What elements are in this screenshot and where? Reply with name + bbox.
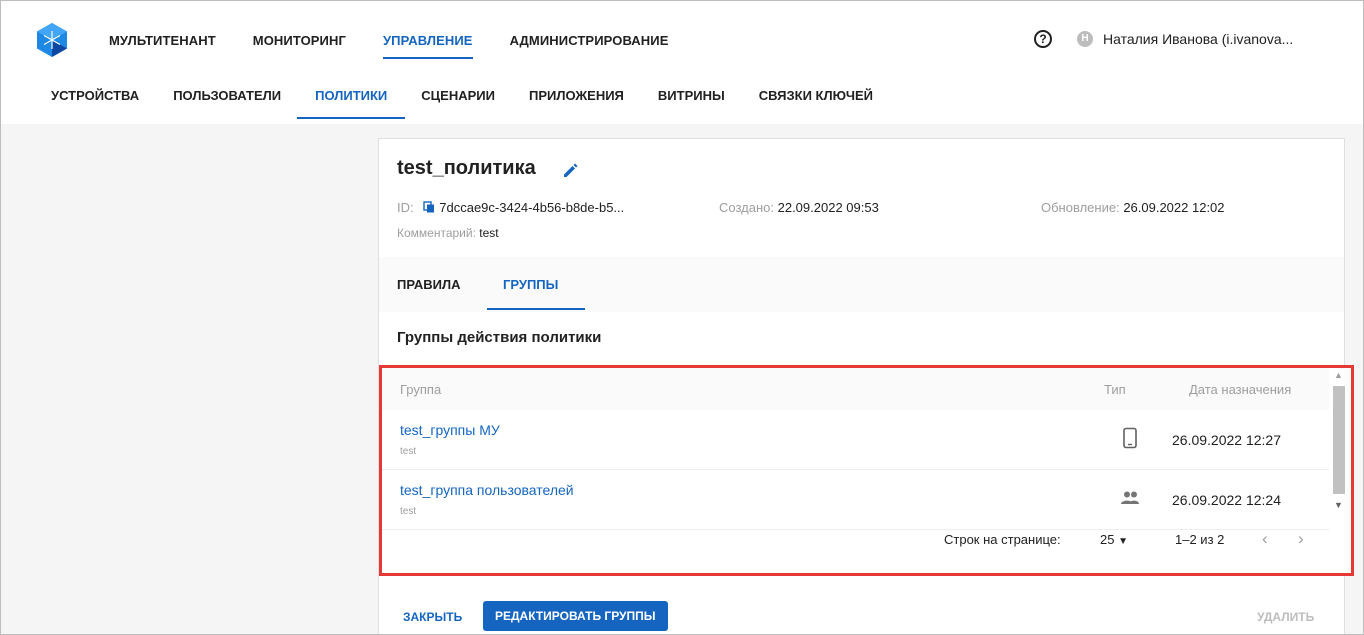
- mobile-device-icon: [1123, 427, 1137, 449]
- table-header: Группа Тип Дата назначения: [382, 368, 1329, 410]
- rows-per-page-select[interactable]: 25 ▼: [1100, 532, 1128, 547]
- policy-card: test_политика ID: 7dccae9c-3424-4b56-b8d…: [378, 138, 1354, 634]
- page-title: test_политика: [397, 157, 536, 179]
- comment-label: Комментарий:: [397, 226, 476, 240]
- rows-per-page-value: 25: [1100, 532, 1115, 547]
- copy-icon[interactable]: [423, 201, 435, 213]
- created-label: Создано:: [719, 200, 774, 215]
- updated-value: 26.09.2022 12:02: [1123, 200, 1225, 215]
- group-link[interactable]: test_группы МУ: [400, 422, 500, 438]
- chevron-left-icon[interactable]: ‹: [1262, 529, 1268, 549]
- policy-id: ID: 7dccae9c-3424-4b56-b8de-b5...: [397, 200, 624, 215]
- table-row[interactable]: test_группа пользователей test 26.09.202…: [382, 470, 1329, 530]
- scroll-down-icon[interactable]: ▼: [1334, 500, 1343, 510]
- tab-devices[interactable]: УСТРОЙСТВА: [51, 88, 139, 103]
- table-scrollbar[interactable]: ▲ ▼: [1330, 368, 1348, 518]
- tab-groups[interactable]: ГРУППЫ: [503, 277, 558, 292]
- app-logo-icon[interactable]: [37, 23, 67, 57]
- scroll-up-icon[interactable]: ▲: [1334, 370, 1343, 380]
- caret-down-icon: ▼: [1118, 536, 1128, 547]
- menu-multitenant[interactable]: МУЛЬТИТЕНАНТ: [109, 33, 216, 48]
- comment-info: Комментарий: test: [397, 226, 499, 240]
- updated-info: Обновление: 26.09.2022 12:02: [1041, 200, 1225, 215]
- app-window: МУЛЬТИТЕНАНТ МОНИТОРИНГ УПРАВЛЕНИЕ АДМИН…: [0, 0, 1364, 635]
- created-info: Создано: 22.09.2022 09:53: [719, 200, 879, 215]
- tab-users[interactable]: ПОЛЬЗОВАТЕЛИ: [173, 88, 281, 103]
- help-icon[interactable]: ?: [1034, 30, 1052, 48]
- pagination-range: 1–2 из 2: [1175, 532, 1225, 547]
- menu-management[interactable]: УПРАВЛЕНИЕ: [382, 33, 473, 59]
- column-date: Дата назначения: [1189, 382, 1292, 397]
- rows-per-page-label: Строк на странице:: [944, 532, 1061, 547]
- main-menu: МУЛЬТИТЕНАНТ МОНИТОРИНГ УПРАВЛЕНИЕ АДМИН…: [109, 33, 669, 59]
- chevron-right-icon[interactable]: ›: [1298, 529, 1304, 549]
- close-button[interactable]: ЗАКРЫТЬ: [403, 610, 462, 624]
- top-navigation-bar: МУЛЬТИТЕНАНТ МОНИТОРИНГ УПРАВЛЕНИЕ АДМИН…: [1, 1, 1363, 71]
- tab-policies[interactable]: ПОЛИТИКИ: [297, 88, 406, 119]
- users-group-icon: [1121, 491, 1139, 504]
- delete-button: УДАЛИТЬ: [1257, 610, 1315, 624]
- tab-keychains[interactable]: СВЯЗКИ КЛЮЧЕЙ: [759, 88, 873, 103]
- id-value: 7dccae9c-3424-4b56-b8de-b5...: [439, 200, 625, 215]
- tab-showcases[interactable]: ВИТРИНЫ: [658, 88, 725, 103]
- updated-label: Обновление:: [1041, 200, 1120, 215]
- group-description: test: [400, 506, 417, 517]
- sub-navigation-bar: УСТРОЙСТВА ПОЛЬЗОВАТЕЛИ ПОЛИТИКИ СЦЕНАРИ…: [1, 71, 1363, 124]
- column-type: Тип: [1104, 382, 1126, 397]
- tab-applications[interactable]: ПРИЛОЖЕНИЯ: [529, 88, 624, 103]
- user-name[interactable]: Наталия Иванова (i.ivanova...: [1103, 31, 1293, 47]
- assignment-date: 26.09.2022 12:27: [1172, 432, 1281, 448]
- section-title: Группы действия политики: [397, 329, 602, 346]
- edit-groups-button[interactable]: РЕДАКТИРОВАТЬ ГРУППЫ: [483, 601, 668, 631]
- sub-menu: УСТРОЙСТВА ПОЛЬЗОВАТЕЛИ ПОЛИТИКИ СЦЕНАРИ…: [51, 88, 873, 119]
- pencil-icon[interactable]: [562, 161, 580, 179]
- menu-administration[interactable]: АДМИНИСТРИРОВАНИЕ: [510, 33, 669, 48]
- menu-monitoring[interactable]: МОНИТОРИНГ: [253, 33, 346, 48]
- groups-table: Группа Тип Дата назначения test_группы М…: [379, 365, 1354, 576]
- column-group: Группа: [400, 382, 442, 397]
- active-tab-indicator: [487, 308, 585, 310]
- created-value: 22.09.2022 09:53: [777, 200, 879, 215]
- main-content: test_политика ID: 7dccae9c-3424-4b56-b8d…: [1, 124, 1363, 634]
- scroll-thumb[interactable]: [1333, 386, 1345, 494]
- card-actions: ЗАКРЫТЬ РЕДАКТИРОВАТЬ ГРУППЫ УДАЛИТЬ: [379, 601, 1344, 634]
- assignment-date: 26.09.2022 12:24: [1172, 492, 1281, 508]
- comment-value: test: [479, 226, 499, 240]
- policy-tabs: ПРАВИЛА ГРУППЫ: [379, 257, 1344, 312]
- tab-rules[interactable]: ПРАВИЛА: [397, 277, 461, 292]
- tab-scenarios[interactable]: СЦЕНАРИИ: [421, 88, 495, 103]
- group-link[interactable]: test_группа пользователей: [400, 482, 574, 498]
- table-row[interactable]: test_группы МУ test 26.09.2022 12:27: [382, 410, 1329, 470]
- group-description: test: [400, 446, 417, 457]
- id-label: ID:: [397, 200, 414, 215]
- avatar[interactable]: Н: [1077, 31, 1093, 47]
